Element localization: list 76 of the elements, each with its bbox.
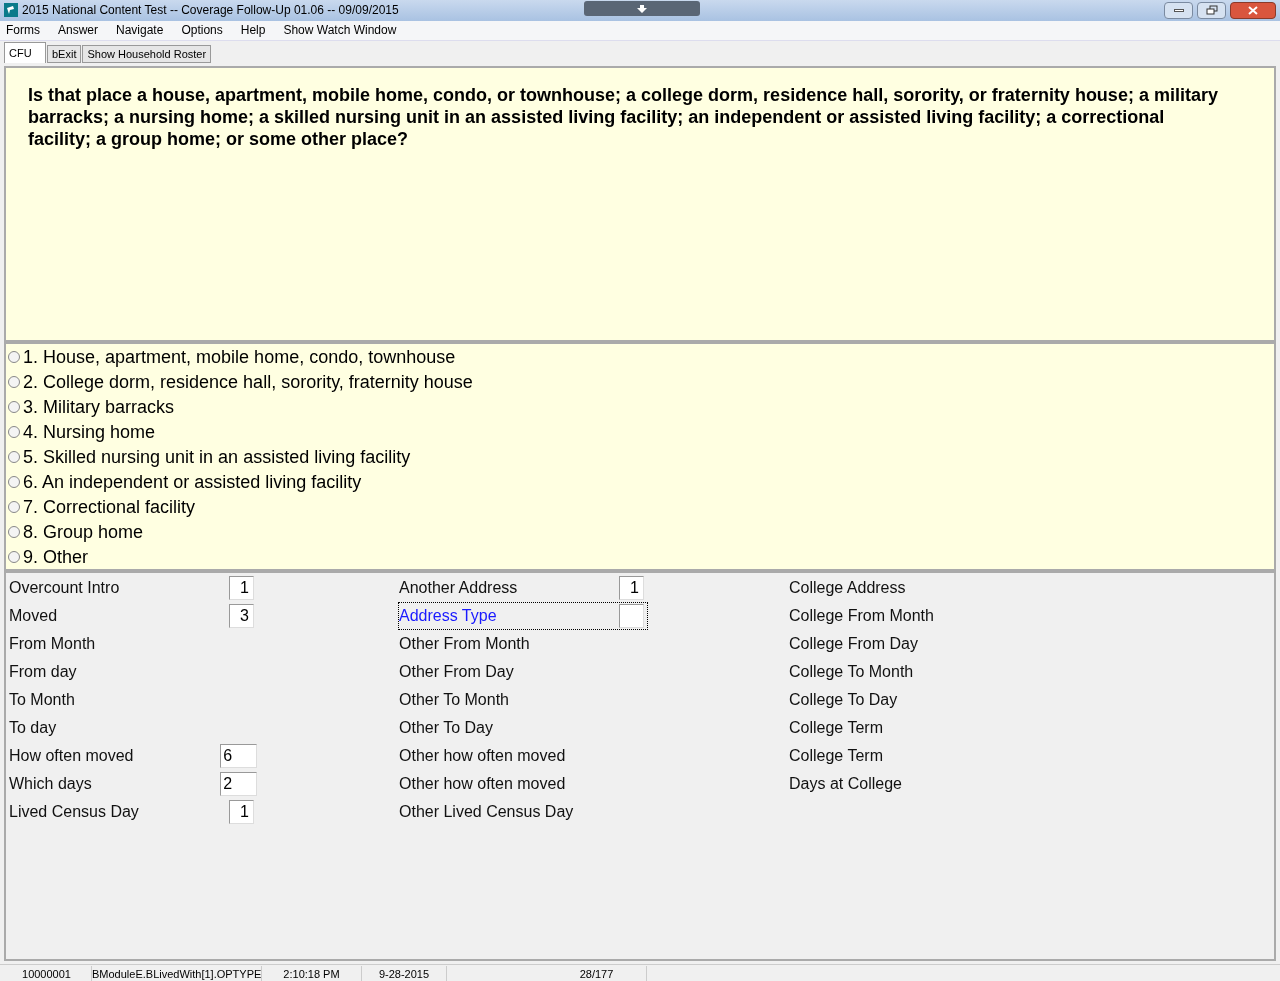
field-label: Other From Day bbox=[399, 661, 515, 682]
menu-item[interactable]: Forms bbox=[4, 21, 42, 40]
restore-icon bbox=[1205, 5, 1218, 16]
field-label: To Month bbox=[9, 689, 76, 710]
close-button[interactable] bbox=[1230, 2, 1276, 19]
answer-option[interactable]: 7. Correctional facility bbox=[23, 493, 196, 521]
field-label: College From Day bbox=[789, 633, 919, 654]
close-icon bbox=[1248, 6, 1258, 15]
tab[interactable]: bExit bbox=[47, 44, 82, 63]
field-label: To day bbox=[9, 717, 58, 738]
input-field[interactable]: 2 bbox=[220, 771, 257, 796]
toolbar-handle-icon[interactable] bbox=[584, 1, 700, 16]
radio-button[interactable] bbox=[8, 426, 20, 439]
status-field: 10000001 bbox=[2, 965, 92, 981]
field-label: From Month bbox=[9, 633, 97, 654]
field-label: Lived Census Day bbox=[9, 801, 140, 822]
field-label: Other To Month bbox=[399, 689, 510, 710]
menu-item[interactable]: Options bbox=[179, 21, 225, 40]
field-label: College Term bbox=[789, 717, 884, 738]
field-label: Other From Month bbox=[399, 633, 531, 654]
field-label: Other how often moved bbox=[399, 773, 567, 794]
field-label: Other Lived Census Day bbox=[399, 801, 575, 822]
radio-button[interactable] bbox=[8, 551, 20, 564]
field-label: Overcount Intro bbox=[9, 577, 121, 598]
answer-option[interactable]: 5. Skilled nursing unit in an assisted living facility bbox=[23, 443, 411, 471]
minimize-button[interactable] bbox=[1164, 2, 1193, 19]
radio-button[interactable] bbox=[8, 351, 20, 364]
answer-option[interactable]: 1. House, apartment, mobile home, condo, townhouse bbox=[23, 343, 456, 371]
window-title: 2015 National Content Test -- Coverage Follow-Up 01.06 -- 09/09/2015 bbox=[22, 2, 399, 20]
field-label: College To Month bbox=[789, 661, 915, 682]
tab[interactable]: Show Household Roster bbox=[82, 44, 212, 63]
answer-option[interactable]: 9. Other bbox=[23, 543, 89, 571]
status-field: 28/177 bbox=[547, 965, 647, 981]
input-field[interactable]: 6 bbox=[220, 743, 257, 768]
input-field[interactable] bbox=[619, 603, 644, 628]
input-field[interactable]: 1 bbox=[229, 575, 254, 600]
answer-option[interactable]: 6. An independent or assisted living facility bbox=[23, 468, 362, 496]
field-label: From day bbox=[9, 661, 78, 682]
field-label: College Address bbox=[789, 577, 907, 598]
field-label: How often moved bbox=[9, 745, 135, 766]
answer-option[interactable]: 4. Nursing home bbox=[23, 418, 156, 446]
field-label: College Term bbox=[789, 745, 884, 766]
restore-button[interactable] bbox=[1197, 2, 1226, 19]
radio-button[interactable] bbox=[8, 451, 20, 464]
status-field: 2:10:18 PM bbox=[262, 965, 362, 981]
radio-button[interactable] bbox=[8, 526, 20, 539]
field-label: Which days bbox=[9, 773, 93, 794]
status-field: BModuleE.BLivedWith[1].OPTYPE bbox=[92, 965, 262, 981]
radio-button[interactable] bbox=[8, 401, 20, 414]
field-label: Address Type bbox=[399, 605, 498, 626]
menu-item[interactable]: Answer bbox=[56, 21, 100, 40]
answer-option[interactable]: 3. Military barracks bbox=[23, 393, 175, 421]
field-label: College From Month bbox=[789, 605, 935, 626]
input-field[interactable]: 1 bbox=[619, 575, 644, 600]
radio-button[interactable] bbox=[8, 501, 20, 514]
menu-item[interactable]: Navigate bbox=[114, 21, 166, 40]
tab[interactable]: CFU bbox=[4, 41, 46, 63]
minimize-icon bbox=[1173, 9, 1184, 12]
field-label: Days at College bbox=[789, 773, 903, 794]
app-icon bbox=[4, 3, 18, 18]
status-field: 9-28-2015 bbox=[362, 965, 447, 981]
menu-item[interactable]: Show Watch Window bbox=[281, 21, 399, 40]
input-field[interactable]: 3 bbox=[229, 603, 254, 628]
menu-item[interactable]: Help bbox=[238, 21, 268, 40]
question-text: Is that place a house, apartment, mobile home, condo, or townhouse; a college dorm, residence hall, sorority, or fraternity house; a military barracks; a nursing home; a skilled nursing unit in an assisted living facility; an independent or assisted living facility; a correctional facility; a group home; or some other place? bbox=[28, 83, 1219, 150]
field-label: Other how often moved bbox=[399, 745, 567, 766]
input-field[interactable]: 1 bbox=[229, 799, 254, 824]
radio-button[interactable] bbox=[8, 376, 20, 389]
answer-option[interactable]: 2. College dorm, residence hall, sorority, fraternity house bbox=[23, 368, 473, 396]
field-label: Another Address bbox=[399, 577, 519, 598]
focused-field-row[interactable]: Address Type bbox=[398, 601, 648, 630]
field-label: Moved bbox=[9, 605, 59, 626]
answer-option[interactable]: 8. Group home bbox=[23, 518, 144, 546]
field-label: Other To Day bbox=[399, 717, 494, 738]
field-label: College To Day bbox=[789, 689, 899, 710]
radio-button[interactable] bbox=[8, 476, 20, 489]
